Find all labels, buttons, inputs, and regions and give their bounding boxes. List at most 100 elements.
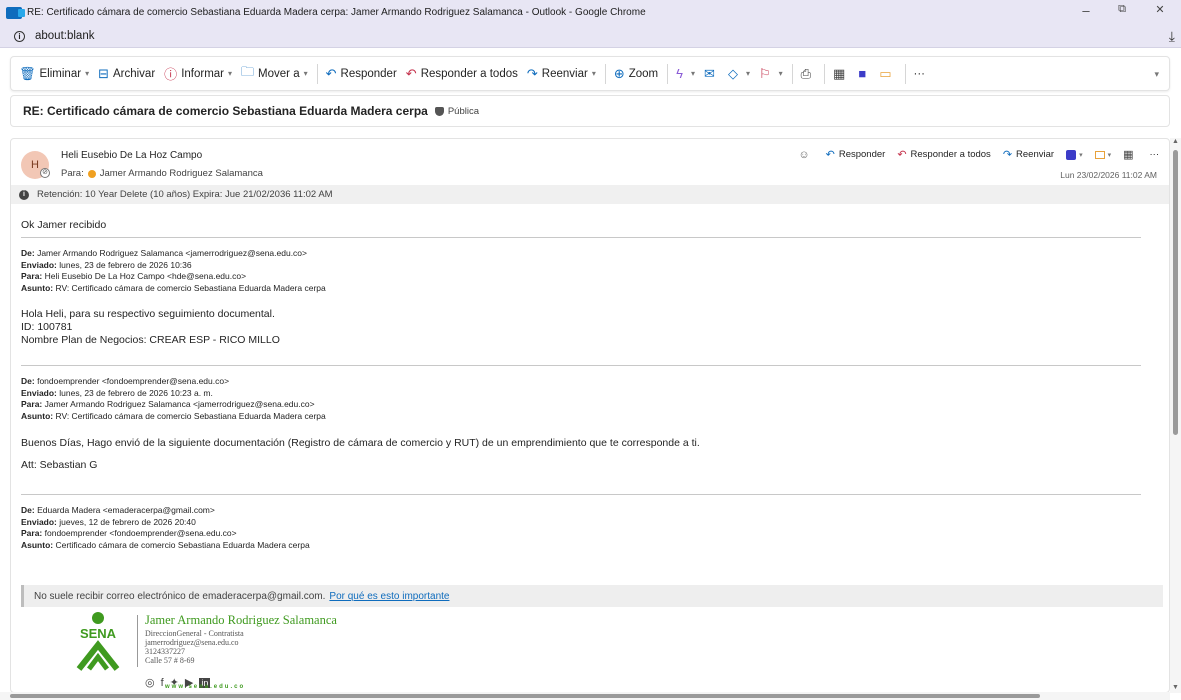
presence-icon: ⊘ — [40, 168, 50, 178]
message-card: H ⊘ Heli Eusebio De La Hoz Campo Para: J… — [10, 138, 1170, 693]
archive-icon: ⊟ — [98, 65, 109, 81]
body-line: Buenos Días, Hago envió de la siguiente … — [21, 437, 700, 449]
forwarded-message: Hola Heli, para su respectivo seguimient… — [21, 308, 1141, 347]
subject-header: RE: Certificado cámara de comercio Sebas… — [10, 95, 1170, 127]
chevron-down-icon[interactable]: ▾ — [304, 69, 308, 78]
vertical-scrollbar[interactable]: ▲ ▼ — [1170, 138, 1181, 693]
close-button[interactable]: ✕ — [1145, 3, 1175, 16]
sender-name[interactable]: Heli Eusebio De La Hoz Campo — [61, 150, 202, 161]
recipient-name[interactable]: Jamer Armando Rodriguez Salamanca — [100, 168, 263, 179]
apps-button[interactable]: ▦ — [833, 66, 849, 82]
emoji-reaction-button[interactable]: ☺ — [798, 149, 813, 161]
chevron-down-icon[interactable]: ▾ — [1079, 151, 1083, 159]
why-important-link[interactable]: Por qué es esto importante — [329, 591, 449, 602]
message-reply-button[interactable]: ↶ Responder — [826, 148, 886, 161]
pdf-button[interactable]: ■ — [858, 66, 870, 81]
categorize-button[interactable]: ◇ ▾ — [728, 66, 750, 82]
body-line: Att: Sebastian G — [21, 459, 98, 471]
horizontal-scrollbar[interactable] — [0, 692, 1170, 700]
sent-value: lunes, 23 de febrero de 2026 10:23 a. m. — [59, 387, 213, 398]
outlook-app-icon — [6, 6, 25, 19]
signature-email[interactable]: jamerrodriguez@sena.edu.co — [145, 638, 239, 647]
lightning-icon: ϟ — [676, 66, 684, 81]
body-line: Hola Heli, para su respectivo seguimient… — [21, 308, 275, 320]
archive-label: Archivar — [112, 67, 156, 80]
message-view-button[interactable]: ▦ — [1123, 148, 1137, 161]
reply-all-icon: ↶ — [405, 65, 417, 81]
addin-icon — [1094, 150, 1105, 159]
scrollbar-thumb[interactable] — [10, 694, 1040, 698]
chevron-down-icon[interactable]: ▾ — [691, 69, 695, 78]
site-info-icon[interactable]: i — [14, 30, 25, 42]
zoom-button[interactable]: ⊕ Zoom — [614, 66, 658, 82]
from-label: De: — [21, 248, 35, 258]
divider — [21, 365, 1141, 366]
browser-title-bar: RE: Certificado cámara de comercio Sebas… — [0, 0, 1181, 25]
toolbar-divider — [667, 63, 669, 84]
mark-read-button[interactable]: ✉ — [704, 66, 719, 82]
sena-logo: SENA — [76, 612, 120, 671]
instagram-icon[interactable]: ◎ — [145, 676, 155, 689]
reply-all-icon: ↶ — [897, 149, 907, 161]
move-to-button[interactable]: 🗀 Mover a ▾ — [241, 63, 308, 85]
restore-button[interactable]: ⧉ — [1107, 3, 1137, 16]
flag-button[interactable]: ⚐ ▾ — [759, 66, 783, 82]
window-title: RE: Certificado cámara de comercio Sebas… — [27, 7, 646, 18]
scroll-up-icon[interactable]: ▲ — [1172, 138, 1179, 145]
envelope-icon: ✉ — [704, 65, 715, 81]
reply-text: Ok Jamer recibido — [21, 219, 107, 231]
forward-button[interactable]: ↷ Reenviar ▾ — [527, 66, 596, 82]
message-forward-button[interactable]: ↷ Reenviar — [1003, 148, 1054, 161]
report-button[interactable]: ⓘ Informar ▾ — [164, 64, 232, 83]
minimize-button[interactable]: – — [1071, 3, 1101, 18]
signature-phone: 3124337227 — [145, 647, 185, 656]
message-pdf-button[interactable]: ▾ — [1066, 149, 1083, 160]
facebook-icon[interactable]: f — [161, 677, 164, 689]
message-actions: ☺ ↶ Responder ↶ Responder a todos ↷ Reenvia… — [786, 148, 1160, 162]
scroll-down-icon[interactable]: ▼ — [1172, 684, 1179, 691]
toolbar-divider — [824, 63, 826, 84]
reply-all-button[interactable]: ↶ Responder a todos — [406, 66, 518, 82]
addin-button[interactable]: ▭ — [879, 66, 895, 82]
divider — [21, 237, 1141, 238]
reply-all-label: Responder a todos — [910, 149, 991, 160]
forward-icon: ↷ — [526, 65, 538, 81]
message-addin-button[interactable]: ▾ — [1094, 150, 1112, 159]
move-label: Mover a — [258, 67, 300, 80]
notice-text: No suele recibir correo electrónico de e… — [34, 590, 326, 602]
reply-icon: ↶ — [825, 149, 835, 161]
report-icon: ⓘ — [164, 67, 178, 82]
sent-label: Enviado: — [21, 516, 57, 527]
reply-all-label: Responder a todos — [420, 67, 518, 80]
chevron-down-icon[interactable]: ▾ — [592, 69, 596, 78]
chevron-down-icon[interactable]: ▾ — [228, 69, 232, 78]
archive-button[interactable]: ⊟ Archivar — [98, 66, 155, 82]
signature-role: DireccionGeneral - Contratista — [145, 629, 244, 638]
sensitivity-label: Pública — [447, 105, 479, 117]
email-signature: SENA Jamer Armando Rodriguez Salamanca D… — [69, 609, 469, 692]
delete-label: Eliminar — [39, 67, 82, 80]
reply-button[interactable]: ↶ Responder — [326, 66, 397, 82]
url-field[interactable]: about:blank — [35, 30, 94, 42]
print-button[interactable]: ⎙ — [801, 66, 815, 82]
from-value: Jamer Armando Rodriguez Salamanca <jamer… — [37, 248, 307, 258]
chevron-down-icon[interactable]: ▾ — [85, 69, 89, 78]
download-icon[interactable]: ⤓ — [1169, 28, 1175, 45]
message-datetime: Lun 23/02/2026 11:02 AM — [1060, 170, 1157, 180]
scrollbar-thumb[interactable] — [1173, 150, 1178, 435]
delete-button[interactable]: 🗑 Eliminar ▾ — [19, 66, 89, 82]
website-link[interactable]: www.sena.edu.co — [165, 684, 245, 690]
message-more-button[interactable]: ··· — [1150, 149, 1160, 160]
smiley-icon: ☺ — [798, 148, 810, 161]
chevron-down-icon[interactable]: ▾ — [746, 69, 750, 78]
chevron-down-icon[interactable]: ▾ — [779, 69, 783, 78]
expand-ribbon-icon[interactable]: ▾ — [1154, 69, 1159, 80]
chevron-down-icon[interactable]: ▾ — [1108, 151, 1112, 159]
message-reply-all-button[interactable]: ↶ Responder a todos — [897, 148, 991, 161]
from-label: De: — [21, 376, 35, 386]
grid-icon: ▦ — [833, 65, 846, 81]
zoom-icon: ⊕ — [613, 65, 625, 81]
quick-steps-button[interactable]: ϟ ▾ — [676, 66, 695, 81]
recipient-status-icon — [87, 169, 96, 178]
more-actions-button[interactable]: ··· — [914, 68, 926, 80]
